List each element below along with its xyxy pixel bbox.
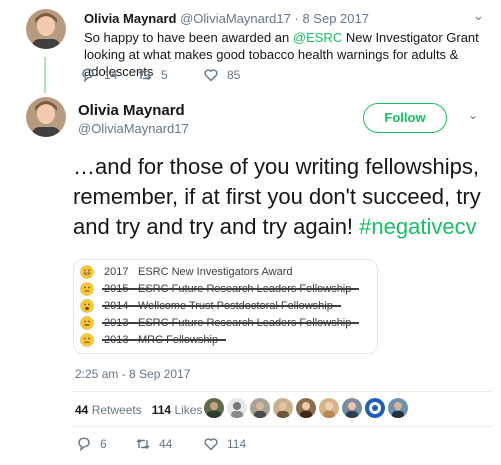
card-row: 2017 ESRC New Investigators Award [80,264,292,280]
card-row-year: 2017 [104,266,129,278]
parent-reply-button[interactable]: 14 [80,67,117,83]
parent-like-button[interactable]: 85 [203,67,240,83]
parent-more-chevron-down-icon[interactable]: ⌄ [473,8,484,24]
divider-top [73,391,493,392]
likes-stat-label: Likes [174,403,203,417]
grinning-face-icon [80,265,94,279]
engagement-stats: 44 Retweets 114 Likes [75,403,202,417]
parent-text-before: So happy to have been awarded an [84,30,293,45]
parent-retweet-button[interactable]: 5 [137,67,168,83]
retweets-stat-count: 44 [75,403,89,417]
tweet-timestamp[interactable]: 2:25 am - 8 Sep 2017 [75,367,190,381]
reply-button[interactable]: 6 [76,436,107,452]
card-row: 2014Wellcome Trust Postdoctoral Fellowsh… [80,298,341,314]
heart-icon [204,69,218,82]
parent-reply-count: 14 [104,68,118,82]
retweets-stat[interactable]: 44 Retweets [75,403,142,417]
retweet-icon [136,439,150,449]
liker-avatar[interactable] [342,398,362,418]
follow-button[interactable]: Follow [363,103,447,133]
more-chevron-down-icon[interactable]: ⌄ [468,108,478,122]
strikethrough-line [102,305,341,307]
parent-retweet-count: 5 [161,68,168,82]
strikethrough-line [102,288,359,290]
liker-avatar[interactable] [365,398,385,418]
liker-avatar[interactable] [388,398,408,418]
parent-like-count: 85 [227,68,241,82]
thread-connector-line [44,57,46,93]
retweet-icon [138,70,152,80]
liker-avatar[interactable] [319,398,339,418]
strikethrough-line [102,339,226,341]
card-row: 2013ESRC Future Research Leaders Fellows… [80,315,359,331]
frowning-face-icon [80,333,94,347]
liker-avatar[interactable] [204,398,224,418]
parent-separator: · [294,11,299,26]
card-row: 2013MRC Fellowship [80,332,226,348]
likes-stat[interactable]: 114 Likes [152,403,203,417]
parent-author-name[interactable]: Olivia Maynard [84,11,176,26]
parent-date[interactable]: 8 Sep 2017 [302,11,369,26]
parent-header: Olivia Maynard @OliviaMaynard17 · 8 Sep … [84,11,369,26]
parent-author-handle[interactable]: @OliviaMaynard17 [180,11,291,26]
author-name[interactable]: Olivia Maynard [78,102,185,119]
hashtag-link[interactable]: #negativecv [359,214,476,239]
reply-icon [78,437,90,452]
attached-image[interactable]: 2017 ESRC New Investigators Award 2015ESRC… [73,259,378,354]
retweet-button[interactable]: 44 [135,436,172,452]
card-row: 2015ESRC Future Research Leaders Fellows… [80,281,359,297]
retweet-count: 44 [159,437,173,451]
reply-count: 6 [100,437,107,451]
card-row-text: ESRC New Investigators Award [138,266,293,278]
parent-mention-link[interactable]: @ESRC [293,30,342,45]
liker-avatar[interactable] [296,398,316,418]
weary-face-icon [80,299,94,313]
liker-avatar[interactable] [273,398,293,418]
tweet-text: …and for those of you writing fellowship… [73,152,493,242]
like-count: 114 [227,437,247,451]
confounded-face-icon [80,316,94,330]
author-handle[interactable]: @OliviaMaynard17 [78,121,189,136]
author-avatar[interactable] [26,97,66,137]
persevering-face-icon [80,282,94,296]
retweets-stat-label: Retweets [91,403,142,417]
heart-icon [204,438,218,451]
liker-avatar[interactable] [227,398,247,418]
strikethrough-line [102,322,359,324]
parent-avatar[interactable] [26,9,66,49]
divider-bottom [73,426,493,427]
liker-avatar[interactable] [250,398,270,418]
likes-stat-count: 114 [151,403,172,417]
reply-icon [82,68,94,83]
like-button[interactable]: 114 [203,436,246,452]
